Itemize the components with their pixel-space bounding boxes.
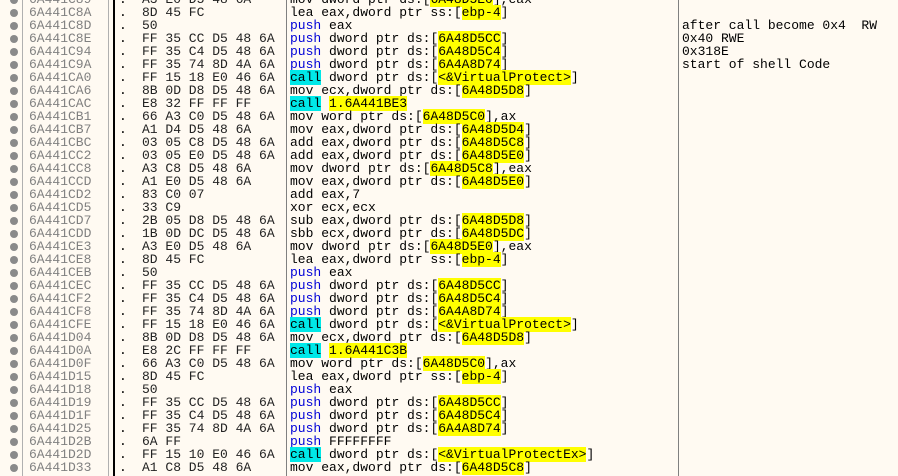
disassembly-row[interactable]: 6A441CCD. A1 E0 D5 48 6A mov eax,dword ptr… <box>0 174 898 189</box>
operand-highlight: 6A4A8D74 <box>438 421 501 436</box>
breakpoint-dot-icon[interactable] <box>10 178 18 186</box>
operand-highlight: 6A48D5D8 <box>461 83 525 98</box>
operand-suffix: ] <box>500 5 509 20</box>
breakpoint-dot-icon[interactable] <box>10 425 18 433</box>
breakpoint-dot-icon[interactable] <box>10 282 18 290</box>
breakpoint-dot-icon[interactable] <box>10 165 18 173</box>
breakpoint-dot-icon[interactable] <box>10 0 18 4</box>
breakpoint-dot-icon[interactable] <box>10 256 18 264</box>
breakpoint-dot-icon[interactable] <box>10 35 18 43</box>
breakpoint-dot-icon[interactable] <box>10 373 18 381</box>
operand-suffix: ] <box>570 70 579 85</box>
breakpoint-dot-icon[interactable] <box>10 48 18 56</box>
breakpoint-dot-icon[interactable] <box>10 22 18 30</box>
disassembly-row[interactable]: 6A441D15. 8D 45 FC lea eax,dword ptr ss:[e… <box>0 369 898 384</box>
operand-highlight: 6A48D5C8 <box>461 460 525 475</box>
disassembly-row[interactable]: 6A441CE8. 8D 45 FC lea eax,dword ptr ss:[e… <box>0 252 898 267</box>
operand-suffix: ] <box>524 174 532 189</box>
operand-suffix: ] <box>500 421 509 436</box>
breakpoint-dot-icon[interactable] <box>10 74 18 82</box>
operand-suffix: ] <box>524 460 532 475</box>
operand-suffix: ] <box>524 330 532 345</box>
operand-suffix: ] <box>570 317 579 332</box>
breakpoint-dot-icon[interactable] <box>10 321 18 329</box>
breakpoint-dot-icon[interactable] <box>10 204 18 212</box>
breakpoint-dot-icon[interactable] <box>10 295 18 303</box>
breakpoint-dot-icon[interactable] <box>10 87 18 95</box>
breakpoint-dot-icon[interactable] <box>10 360 18 368</box>
breakpoint-dot-icon[interactable] <box>10 347 18 355</box>
breakpoint-dot-icon[interactable] <box>10 61 18 69</box>
breakpoint-dot-icon[interactable] <box>10 412 18 420</box>
breakpoint-dot-icon[interactable] <box>10 334 18 342</box>
address: 6A441D33 <box>29 460 92 475</box>
breakpoint-dot-icon[interactable] <box>10 9 18 17</box>
breakpoint-dot-icon[interactable] <box>10 191 18 199</box>
breakpoint-dot-icon[interactable] <box>10 438 18 446</box>
mnemonic: mov <box>290 460 314 475</box>
disassembly-row[interactable]: 6A441D33. A1 C8 D5 48 6A mov eax,dword ptr… <box>0 460 898 475</box>
breakpoint-dot-icon[interactable] <box>10 269 18 277</box>
disassembly-row[interactable]: 6A441CA6. 8B 0D D8 D5 48 6A mov ecx,dword … <box>0 83 898 98</box>
opcode-bytes: A1 C8 D5 48 6A <box>142 460 252 475</box>
disassembly-view[interactable]: 6A441C89.A3 E0 D5 48 6Amov dword ptr ds:… <box>0 0 898 475</box>
breakpoint-dot-icon[interactable] <box>10 464 18 472</box>
operand-suffix: ] <box>586 447 595 462</box>
breakpoint-dot-icon[interactable] <box>10 217 18 225</box>
disassembly-row[interactable]: 6A441D04. 8B 0D D8 D5 48 6A mov ecx,dword … <box>0 330 898 345</box>
operand-highlight: 6A48D5E0 <box>461 174 525 189</box>
operand-highlight: ebp-4 <box>461 369 501 384</box>
row-marker: . <box>119 460 127 475</box>
operand-highlight: ebp-4 <box>461 5 501 20</box>
breakpoint-dot-icon[interactable] <box>10 126 18 134</box>
breakpoint-dot-icon[interactable] <box>10 139 18 147</box>
breakpoint-dot-icon[interactable] <box>10 399 18 407</box>
breakpoint-dot-icon[interactable] <box>10 243 18 251</box>
instruction: mov eax,dword ptr ds:[6A48D5C8] <box>290 460 532 475</box>
operand-suffix: ] <box>524 83 532 98</box>
comment[interactable]: start of shell Code <box>682 58 830 71</box>
breakpoint-dot-icon[interactable] <box>10 113 18 121</box>
breakpoint-dot-icon[interactable] <box>10 451 18 459</box>
operand-highlight: ebp-4 <box>461 252 501 267</box>
disassembly-row[interactable]: 6A441CD2. 83 C0 07 add eax,7 <box>0 188 898 201</box>
operand-highlight: 6A48D5D8 <box>461 330 525 345</box>
disassembly-row[interactable]: 6A441D25. FF 35 74 8D 4A 6A push dword ptr… <box>0 421 898 436</box>
breakpoint-dot-icon[interactable] <box>10 386 18 394</box>
operand-suffix: ] <box>500 252 509 267</box>
breakpoint-dot-icon[interactable] <box>10 100 18 108</box>
operand-suffix: ] <box>500 369 509 384</box>
breakpoint-dot-icon[interactable] <box>10 152 18 160</box>
operand: eax,dword ptr ds:[ <box>321 460 462 475</box>
breakpoint-dot-icon[interactable] <box>10 308 18 316</box>
breakpoint-dot-icon[interactable] <box>10 230 18 238</box>
